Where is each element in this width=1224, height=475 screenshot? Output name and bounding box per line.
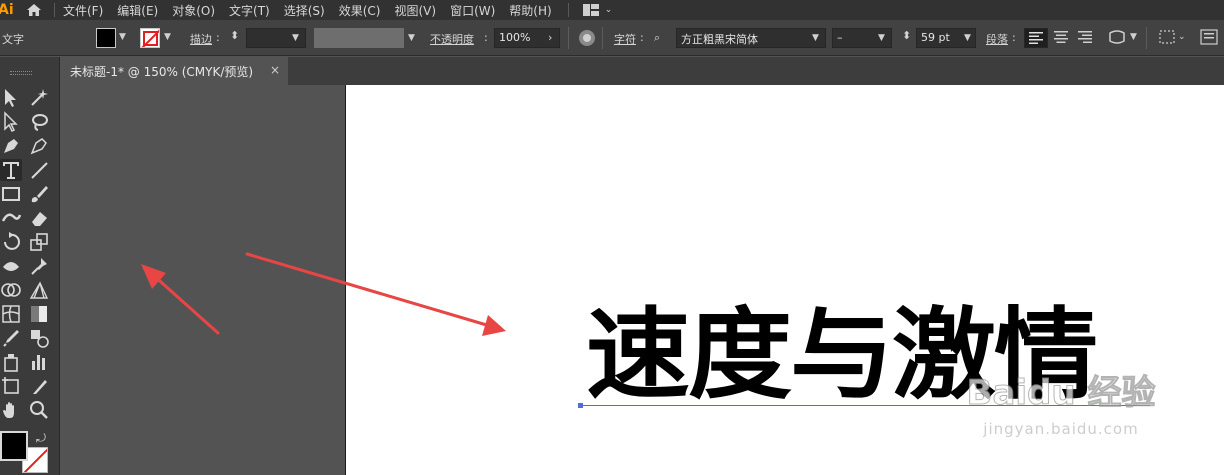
chevron-down-icon[interactable]: ▼ <box>964 33 971 43</box>
watermark-main: Baidu 经验 <box>966 373 1156 414</box>
stroke-label[interactable]: 描边 <box>190 31 212 47</box>
menu-file[interactable]: 文件(F) <box>63 2 103 19</box>
stroke-swatch[interactable] <box>140 28 160 48</box>
recolor-icon[interactable] <box>578 29 596 50</box>
variable-width-profile[interactable] <box>314 28 404 48</box>
slice-tool-icon[interactable] <box>28 375 50 397</box>
illustrator-window: Ai 文件(F) 编辑(E) 对象(O) 文字(T) 选择(S) 效果(C) 视… <box>0 0 1224 475</box>
menu-effect[interactable]: 效果(C) <box>339 2 381 19</box>
chevron-down-icon[interactable]: ▼ <box>1130 32 1137 42</box>
watermark: Baidu 经验 jingyan.baidu.com <box>936 365 1186 475</box>
separator <box>1146 27 1147 49</box>
character-colon: : <box>640 31 644 44</box>
close-icon[interactable]: × <box>270 63 280 77</box>
zoom-tool-icon[interactable] <box>28 399 50 421</box>
font-family-field[interactable]: 方正粗黑宋简体 <box>676 28 826 48</box>
lasso-tool-icon[interactable] <box>28 111 50 133</box>
opacity-colon: : <box>484 31 488 44</box>
warp-icon[interactable] <box>1108 29 1126 48</box>
chevron-down-icon[interactable]: ▼ <box>119 32 126 42</box>
scale-tool-icon[interactable] <box>28 231 50 253</box>
separator <box>568 27 569 49</box>
curvature-tool-icon[interactable] <box>28 135 50 157</box>
shape-builder-tool-icon[interactable] <box>0 279 22 301</box>
fill-stroke-swatches[interactable]: ⤾ <box>0 429 50 475</box>
document-tab-bar: 未标题-1* @ 150% (CMYK/预览) × <box>60 57 1224 85</box>
opacity-label[interactable]: 不透明度 <box>430 31 474 47</box>
menu-bar: Ai 文件(F) 编辑(E) 对象(O) 文字(T) 选择(S) 效果(C) 视… <box>0 0 1224 20</box>
chevron-down-icon[interactable]: ▼ <box>164 32 171 42</box>
app-logo: Ai <box>0 2 14 18</box>
align-left-icon[interactable] <box>1024 28 1048 48</box>
separator <box>602 27 603 49</box>
width-tool-icon[interactable] <box>0 255 22 277</box>
fill-swatch[interactable] <box>96 28 116 48</box>
chevron-down-icon[interactable]: ▼ <box>292 33 299 43</box>
perspective-grid-tool-icon[interactable] <box>28 279 50 301</box>
panel-menu-icon[interactable] <box>1200 29 1218 48</box>
symbol-sprayer-tool-icon[interactable] <box>0 351 22 373</box>
font-size-stepper-icon[interactable]: ⬍ <box>902 29 911 42</box>
menu-object[interactable]: 对象(O) <box>172 2 215 19</box>
menu-window[interactable]: 窗口(W) <box>450 2 495 19</box>
mesh-tool-icon[interactable] <box>0 303 22 325</box>
menu-select[interactable]: 选择(S) <box>284 2 325 19</box>
panel-grip[interactable] <box>10 71 32 75</box>
column-graph-tool-icon[interactable] <box>28 351 50 373</box>
chevron-right-icon[interactable]: › <box>548 31 552 44</box>
paragraph-colon: : <box>1012 31 1016 44</box>
chevron-down-icon[interactable]: ⌄ <box>1178 32 1186 42</box>
menu-separator <box>54 3 55 17</box>
tools-panel: ⤾ <box>0 57 60 475</box>
pen-tool-icon[interactable] <box>0 135 22 157</box>
swap-colors-icon[interactable]: ⤾ <box>36 431 46 446</box>
hand-tool-icon[interactable] <box>0 399 22 421</box>
rotate-tool-icon[interactable] <box>0 231 22 253</box>
chevron-down-icon[interactable]: ▼ <box>878 33 885 43</box>
align-center-icon[interactable] <box>1053 30 1069 47</box>
menu-edit[interactable]: 编辑(E) <box>117 2 158 19</box>
font-search-icon[interactable]: ⌕ <box>654 31 660 45</box>
line-tool-icon[interactable] <box>28 159 50 181</box>
control-bar: 文字 ▼ ▼ 描边 : ⬍ ▼ ▼ 不透明度 : 100% › 字符 : ⌕ 方… <box>0 20 1224 56</box>
chevron-down-icon[interactable]: ▼ <box>812 33 819 43</box>
fill-color-box[interactable] <box>0 431 28 461</box>
paintbrush-tool-icon[interactable] <box>28 183 50 205</box>
menu-help[interactable]: 帮助(H) <box>509 2 551 19</box>
type-tool-icon[interactable] <box>0 159 22 181</box>
paragraph-label[interactable]: 段落 <box>986 31 1008 47</box>
align-right-icon[interactable] <box>1077 30 1093 47</box>
menu-view[interactable]: 视图(V) <box>394 2 436 19</box>
rectangle-tool-icon[interactable] <box>0 183 22 205</box>
document-tab[interactable]: 未标题-1* @ 150% (CMYK/预览) × <box>60 57 288 85</box>
eyedropper-tool-icon[interactable] <box>0 327 22 349</box>
workspace-icon <box>582 4 599 16</box>
menu-type[interactable]: 文字(T) <box>229 2 270 19</box>
stroke-stepper-icon[interactable]: ⬍ <box>230 29 239 42</box>
blend-tool-icon[interactable] <box>28 327 50 349</box>
artboard[interactable]: 速度与激情 Baidu 经验 jingyan.baidu.com <box>345 85 1224 475</box>
direct-selection-tool-icon[interactable] <box>0 111 22 133</box>
chevron-down-icon: ⌄ <box>604 5 613 15</box>
text-anchor-point[interactable] <box>578 403 583 408</box>
magic-wand-tool-icon[interactable] <box>28 87 50 109</box>
menu-separator <box>567 3 569 17</box>
eraser-tool-icon[interactable] <box>28 207 50 229</box>
home-icon[interactable] <box>16 3 52 17</box>
stroke-colon: : <box>216 31 220 44</box>
pin-tool-icon[interactable] <box>28 255 50 277</box>
document-tab-title: 未标题-1* @ 150% (CMYK/预览) <box>70 65 254 79</box>
context-label: 文字 <box>2 33 24 46</box>
chevron-down-icon[interactable]: ▼ <box>408 33 415 43</box>
watermark-sub: jingyan.baidu.com <box>983 420 1139 438</box>
character-label[interactable]: 字符 <box>614 31 636 47</box>
selection-tool-icon[interactable] <box>0 87 22 109</box>
shaper-tool-icon[interactable] <box>0 207 22 229</box>
align-objects-icon[interactable] <box>1158 29 1176 48</box>
artboard-tool-icon[interactable] <box>0 375 22 397</box>
gradient-tool-icon[interactable] <box>28 303 50 325</box>
workspace-switcher[interactable]: ⌄ <box>582 4 613 16</box>
